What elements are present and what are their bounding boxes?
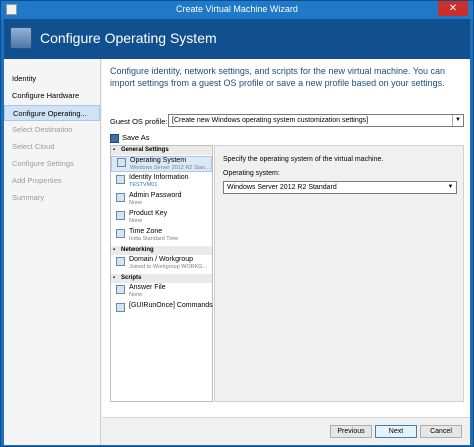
- section-scripts: Scripts: [111, 274, 212, 283]
- tree-item-sub: Windows Server 2012 R2 Stan...: [130, 165, 210, 171]
- nav-item-identity[interactable]: Identity: [4, 71, 100, 87]
- chevron-down-icon[interactable]: ▼: [452, 115, 463, 126]
- admin-password-icon: [116, 193, 125, 202]
- guest-profile-label: Guest OS profile:: [110, 117, 168, 126]
- guest-profile-dropdown[interactable]: [Create new Windows operating system cus…: [168, 114, 464, 127]
- detail-intro: Specify the operating system of the virt…: [223, 156, 384, 163]
- save-as-button[interactable]: Save As: [110, 132, 150, 144]
- tree-item-time-zone[interactable]: Time Zone India Standard Time: [111, 228, 212, 244]
- clock-icon: [116, 229, 125, 238]
- nav-item-configure-os[interactable]: Configure Operating...: [4, 105, 100, 121]
- tree-item-operating-system[interactable]: Operating System Windows Server 2012 R2 …: [111, 156, 212, 172]
- operating-system-dropdown[interactable]: Windows Server 2012 R2 Standard ▼: [223, 181, 457, 194]
- chevron-down-icon[interactable]: ▼: [445, 182, 456, 193]
- title-bar: Create Virtual Machine Wizard ✕: [1, 1, 473, 19]
- tree-item-identity-information[interactable]: Identity Information TESTVM01: [111, 174, 212, 190]
- tree-item-domain-workgroup[interactable]: Domain / Workgroup Joined to Workgroup W…: [111, 256, 212, 272]
- operating-system-label: Operating system:: [223, 170, 280, 177]
- tree-item-sub: TESTVM01: [129, 182, 158, 188]
- tree-item-name: Operating System: [130, 157, 187, 164]
- next-button[interactable]: Next: [375, 425, 417, 438]
- tree-item-name: Admin Password: [129, 192, 182, 199]
- tree-item-name: Product Key: [129, 210, 168, 217]
- page-description: Configure identity, network settings, an…: [110, 66, 446, 88]
- tree-item-name: Time Zone: [129, 228, 163, 235]
- nav-item-select-cloud[interactable]: Select Cloud: [4, 139, 100, 155]
- nav-item-select-destination[interactable]: Select Destination: [4, 122, 100, 138]
- nav-item-summary[interactable]: Summary: [4, 190, 100, 206]
- settings-tree: General Settings Operating System Window…: [110, 145, 213, 402]
- tree-item-name: Answer File: [129, 284, 166, 291]
- identity-icon: [116, 175, 125, 184]
- tree-item-name: Identity Information: [129, 174, 189, 181]
- tree-item-sub: None: [129, 218, 143, 224]
- operating-system-value: Windows Server 2012 R2 Standard: [227, 184, 337, 191]
- answer-file-icon: [116, 285, 125, 294]
- product-key-icon: [116, 211, 125, 220]
- tree-item-sub: None: [129, 292, 143, 298]
- tree-item-sub: Joined to Workgroup WORKG...: [129, 264, 208, 270]
- tree-item-answer-file[interactable]: Answer File None: [111, 284, 212, 300]
- cancel-button[interactable]: Cancel: [420, 425, 462, 438]
- close-icon[interactable]: ✕: [438, 1, 468, 16]
- operating-system-icon: [117, 158, 126, 167]
- section-networking: Networking: [111, 246, 212, 255]
- previous-button[interactable]: Previous: [330, 425, 372, 438]
- script-icon: [116, 303, 125, 312]
- main-panel: Configure identity, network settings, an…: [102, 59, 470, 445]
- domain-icon: [116, 257, 125, 266]
- nav-item-configure-settings[interactable]: Configure Settings: [4, 156, 100, 172]
- wizard-window: Create Virtual Machine Wizard ✕ Configur…: [0, 0, 474, 447]
- tree-item-admin-password[interactable]: Admin Password None: [111, 192, 212, 208]
- tree-item-product-key[interactable]: Product Key None: [111, 210, 212, 226]
- wizard-nav: Identity Configure Hardware Configure Op…: [4, 59, 101, 445]
- guest-profile-value: [Create new Windows operating system cus…: [172, 117, 369, 124]
- save-icon: [110, 134, 119, 143]
- tree-item-sub: India Standard Time: [129, 236, 179, 242]
- page-title: Configure Operating System: [40, 30, 217, 46]
- nav-item-add-properties[interactable]: Add Properties: [4, 173, 100, 189]
- tree-item-sub: None: [129, 200, 143, 206]
- detail-pane: Specify the operating system of the virt…: [214, 145, 464, 402]
- page-header: Configure Operating System: [4, 19, 470, 59]
- tree-item-name: Domain / Workgroup: [129, 256, 194, 263]
- wizard-icon: [10, 27, 32, 49]
- tree-item-name: [GUIRunOnce] Commands: [129, 302, 213, 309]
- save-as-label: Save As: [122, 133, 150, 142]
- section-general-settings: General Settings: [111, 146, 212, 155]
- wizard-footer: Previous Next Cancel: [102, 417, 470, 445]
- tree-item-gui-run-once[interactable]: [GUIRunOnce] Commands: [111, 302, 213, 312]
- window-title: Create Virtual Machine Wizard: [176, 4, 298, 14]
- nav-item-configure-hardware[interactable]: Configure Hardware: [4, 88, 100, 104]
- client-area: Configure Operating System Identity Conf…: [4, 19, 470, 445]
